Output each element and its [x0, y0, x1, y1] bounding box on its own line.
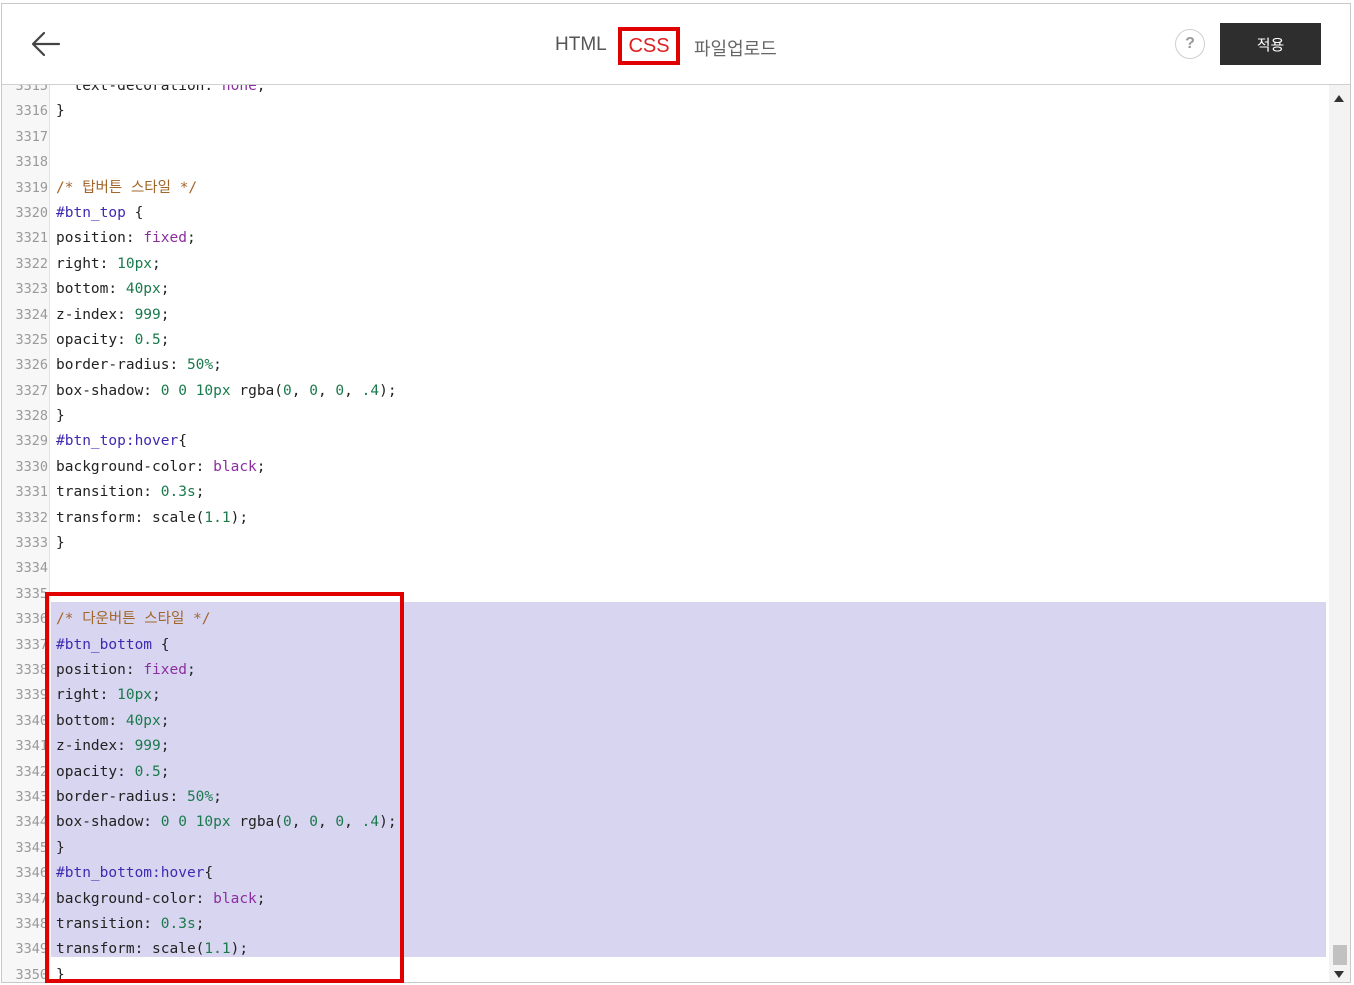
- line-number: 3327: [15, 382, 48, 399]
- line-number: 3319: [15, 179, 48, 196]
- code-line: 3315 text-decoration: none;: [2, 85, 1328, 99]
- scroll-up-arrow-icon[interactable]: [1334, 95, 1344, 102]
- line-number: 3318: [15, 154, 48, 171]
- editor-toolbar: HTML CSS 파일업로드 ? 적용: [2, 4, 1350, 85]
- line-number: 3322: [15, 255, 48, 272]
- line-number: 3345: [15, 839, 48, 856]
- code-line: 3323 bottom: 40px;: [2, 277, 1328, 302]
- line-number: 3348: [15, 915, 48, 932]
- code-text: }: [56, 103, 65, 120]
- line-number: 3316: [15, 103, 48, 120]
- line-number: 3317: [15, 128, 48, 145]
- code-line: 3327 box-shadow: 0 0 10px rgba(0, 0, 0, .…: [2, 379, 1328, 404]
- line-number: 3315: [15, 85, 48, 94]
- code-line: 3324 z-index: 999;: [2, 303, 1328, 328]
- scroll-down-arrow-icon[interactable]: [1334, 971, 1344, 978]
- code-text: /* 탑버튼 스타일 */: [56, 179, 198, 196]
- editor-tabs: HTML CSS 파일업로드: [2, 4, 1350, 84]
- line-number: 3320: [15, 204, 48, 221]
- help-icon[interactable]: ?: [1175, 29, 1205, 59]
- line-number: 3339: [15, 687, 48, 704]
- code-line: 3330 background-color: black;: [2, 455, 1328, 480]
- code-text: z-index: 999;: [56, 306, 170, 323]
- code-text: box-shadow: 0 0 10px rgba(0, 0, 0, .4);: [56, 382, 397, 399]
- scrollbar-thumb[interactable]: [1333, 945, 1347, 965]
- line-number: 3346: [15, 865, 48, 882]
- code-line: 3328}: [2, 404, 1328, 429]
- code-text: }: [56, 408, 65, 425]
- code-text: #btn_top:hover{: [56, 433, 187, 450]
- code-text: border-radius: 50%;: [56, 357, 222, 374]
- code-line: 3329 #btn_top:hover{: [2, 429, 1328, 454]
- code-text: transition: 0.3s;: [56, 484, 205, 501]
- line-number: 3347: [15, 890, 48, 907]
- code-line: 3332 transform: scale(1.1);: [2, 506, 1328, 531]
- line-number: 3335: [15, 585, 48, 602]
- highlight-box-btn-bottom: [45, 592, 404, 983]
- code-line: 3318: [2, 150, 1328, 175]
- code-text: text-decoration: none;: [56, 85, 266, 94]
- line-number: 3325: [15, 331, 48, 348]
- line-number: 3324: [15, 306, 48, 323]
- line-number: 3344: [15, 814, 48, 831]
- code-line: 3322 right: 10px;: [2, 252, 1328, 277]
- line-number: 3336: [15, 611, 48, 628]
- code-text: background-color: black;: [56, 458, 266, 475]
- code-line: 3319 /* 탑버튼 스타일 */: [2, 176, 1328, 201]
- code-text: bottom: 40px;: [56, 281, 170, 298]
- line-number: 3350: [15, 966, 48, 982]
- line-number: 3321: [15, 230, 48, 247]
- code-line: 3325 opacity: 0.5;: [2, 328, 1328, 353]
- line-number: 3342: [15, 763, 48, 780]
- tab-file-upload[interactable]: 파일업로드: [694, 35, 777, 61]
- code-text: }: [56, 535, 65, 552]
- line-number: 3330: [15, 458, 48, 475]
- line-number: 3340: [15, 712, 48, 729]
- code-line: 3334: [2, 556, 1328, 581]
- line-number: 3323: [15, 281, 48, 298]
- code-text: right: 10px;: [56, 255, 161, 272]
- line-number: 3337: [15, 636, 48, 653]
- apply-button[interactable]: 적용: [1220, 23, 1321, 65]
- line-number: 3329: [15, 433, 48, 450]
- code-line: 3333}: [2, 531, 1328, 556]
- code-line: 3331 transition: 0.3s;: [2, 480, 1328, 505]
- code-text: #btn_top {: [56, 204, 144, 221]
- line-number: 3338: [15, 661, 48, 678]
- line-number: 3341: [15, 738, 48, 755]
- line-number: 3326: [15, 357, 48, 374]
- line-number: 3332: [15, 509, 48, 526]
- line-number: 3333: [15, 535, 48, 552]
- line-number: 3328: [15, 408, 48, 425]
- code-line: 3317: [2, 125, 1328, 150]
- line-number: 3349: [15, 941, 48, 958]
- vertical-scrollbar[interactable]: [1329, 85, 1350, 982]
- code-text: opacity: 0.5;: [56, 331, 170, 348]
- code-text: transform: scale(1.1);: [56, 509, 249, 526]
- line-number: 3331: [15, 484, 48, 501]
- line-number: 3334: [15, 560, 48, 577]
- code-text: position: fixed;: [56, 230, 196, 247]
- tab-css[interactable]: CSS: [618, 27, 680, 65]
- line-number: 3343: [15, 788, 48, 805]
- code-line: 3321 position: fixed;: [2, 226, 1328, 251]
- code-line: 3320 #btn_top {: [2, 201, 1328, 226]
- tab-html[interactable]: HTML: [555, 34, 607, 56]
- code-line: 3316}: [2, 99, 1328, 124]
- code-line: 3326 border-radius: 50%;: [2, 353, 1328, 378]
